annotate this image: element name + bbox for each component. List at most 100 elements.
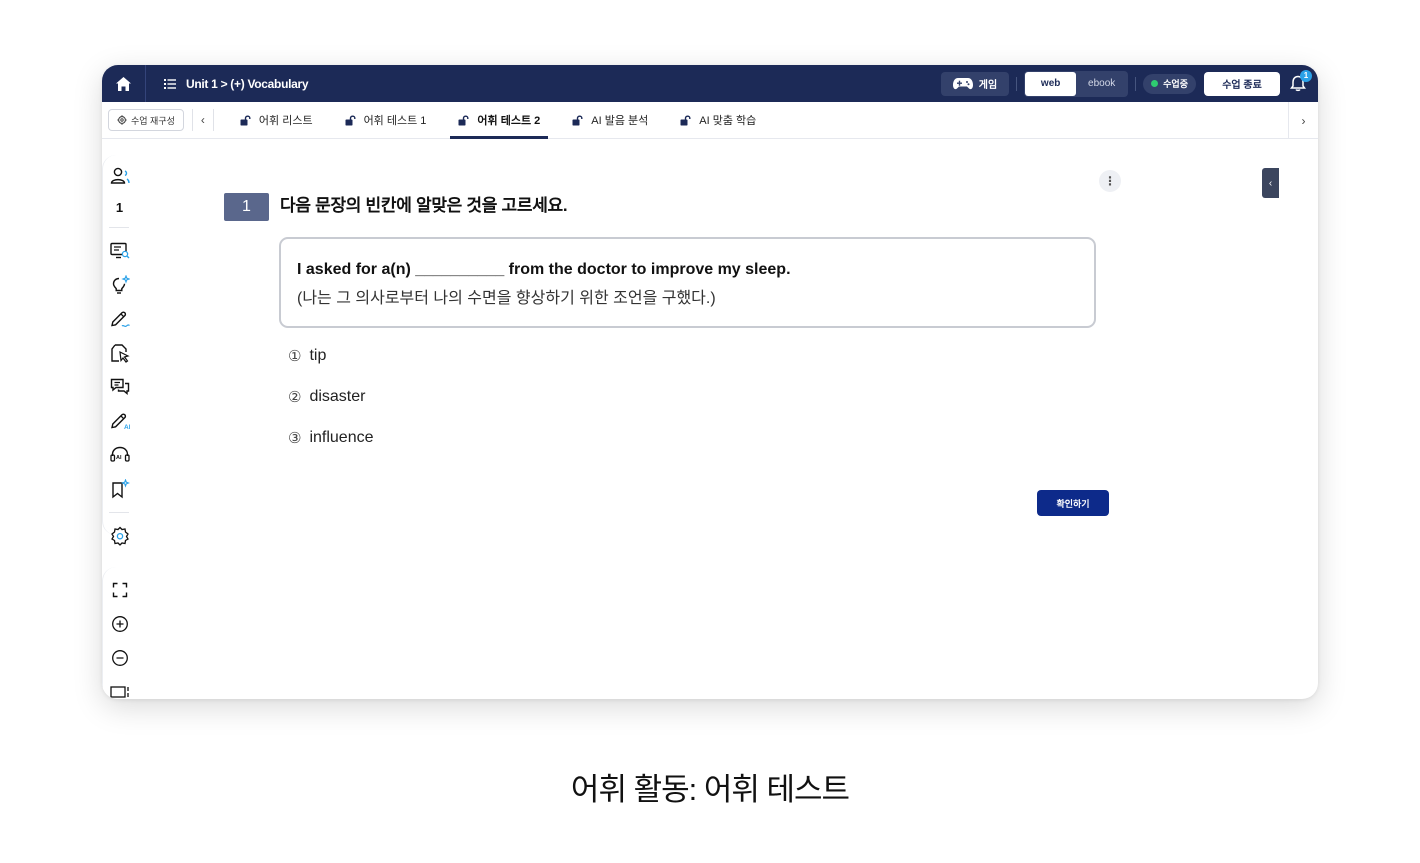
option-text: influence xyxy=(309,429,374,446)
list-menu-icon xyxy=(164,78,176,89)
fit-screen-icon xyxy=(109,686,129,698)
chevron-left-icon: ‹ xyxy=(200,113,205,127)
tab-vocabulary-list[interactable]: 어휘 리스트 xyxy=(224,102,329,139)
tab-vocabulary-test-2[interactable]: 어휘 테스트 2 xyxy=(442,102,556,139)
bookmark-sparkle-icon xyxy=(111,479,130,499)
ai-pen-button[interactable]: AI xyxy=(103,404,136,438)
chat-button[interactable] xyxy=(103,370,136,404)
sidebar-view-controls xyxy=(102,567,135,699)
top-nav-bar: Unit 1 > (+) Vocabulary 게임 web ebook 수업중… xyxy=(102,65,1318,102)
zoom-in-button[interactable] xyxy=(103,607,136,641)
option-number: ② xyxy=(288,389,302,406)
tab-label: 어휘 테스트 1 xyxy=(363,115,427,127)
view-ebook-button[interactable]: ebook xyxy=(1076,72,1127,96)
end-class-button[interactable]: 수업 종료 xyxy=(1204,71,1280,96)
bookmark-button[interactable] xyxy=(103,472,136,506)
unlock-icon xyxy=(572,115,583,125)
answer-options: ① tip ② disaster ③ influence xyxy=(288,345,374,468)
headset-icon: AI xyxy=(109,446,130,462)
sidebar-tools: 1 AI AI xyxy=(102,155,136,546)
reconfigure-class-button[interactable]: 수업 재구성 xyxy=(108,109,184,131)
gamepad-icon xyxy=(952,77,973,89)
reconfigure-label: 수업 재구성 xyxy=(131,115,175,126)
question-sentence-box: I asked for a(n) __________ from the doc… xyxy=(279,237,1096,328)
tab-ai-pronunciation[interactable]: AI 발음 분석 xyxy=(556,102,664,139)
tab-label: 어휘 테스트 2 xyxy=(477,115,541,127)
top-right-controls: 게임 web ebook 수업중 수업 종료 1 xyxy=(940,65,1312,102)
fullscreen-button[interactable] xyxy=(103,573,136,607)
screen-search-icon xyxy=(109,242,129,259)
question-instruction: 다음 문장의 빈칸에 알맞은 것을 고르세요. xyxy=(280,196,568,215)
zoom-out-icon xyxy=(111,650,128,666)
breadcrumb-text: Unit 1 > (+) Vocabulary xyxy=(186,76,309,91)
tab-list: 어휘 리스트 어휘 테스트 1 어휘 테스트 2 AI 발음 분석 AI 맞춤 … xyxy=(224,102,772,139)
option-number: ① xyxy=(288,348,302,365)
participant-count: 1 xyxy=(115,199,124,215)
pen-icon xyxy=(110,311,130,328)
answer-option-2[interactable]: ② disaster xyxy=(288,386,374,408)
settings-button[interactable] xyxy=(103,519,136,553)
tab-ai-custom-learning[interactable]: AI 맞춤 학습 xyxy=(664,102,772,139)
home-icon xyxy=(116,76,131,91)
answer-option-3[interactable]: ③ influence xyxy=(288,427,374,449)
divider xyxy=(1016,76,1018,91)
answer-option-1[interactable]: ① tip xyxy=(288,345,374,367)
game-button[interactable]: 게임 xyxy=(940,71,1010,96)
chevron-right-icon: › xyxy=(1301,113,1306,128)
more-vertical-icon: ⋮ xyxy=(1104,174,1116,188)
sentence-english: I asked for a(n) __________ from the doc… xyxy=(297,261,791,278)
chevron-left-icon: ‹ xyxy=(1268,177,1273,189)
divider xyxy=(109,512,129,513)
screenshot-caption: 어휘 활동: 어휘 테스트 xyxy=(570,772,850,807)
sentence-korean: (나는 그 의사로부터 나의 수면을 향상하기 위한 조언을 구했다.) xyxy=(297,290,716,307)
tab-label: 어휘 리스트 xyxy=(258,115,313,127)
fit-screen-button[interactable] xyxy=(103,675,136,699)
more-options-button[interactable]: ⋮ xyxy=(1099,170,1121,192)
ai-headset-button[interactable]: AI xyxy=(103,438,136,472)
ai-pen-icon: AI xyxy=(110,413,130,430)
sidebar-collapse-button[interactable]: ‹ xyxy=(1262,168,1279,198)
idea-button[interactable] xyxy=(103,268,136,302)
divider xyxy=(1135,76,1137,91)
view-mode-toggle: web ebook xyxy=(1024,70,1129,97)
status-badge: 수업중 xyxy=(1143,73,1196,94)
question-number-badge: 1 xyxy=(224,193,269,221)
tab-label: AI 발음 분석 xyxy=(591,115,649,127)
zoom-in-icon xyxy=(111,616,128,632)
option-text: disaster xyxy=(309,388,366,405)
chat-bubbles-icon xyxy=(110,378,129,395)
unlock-icon xyxy=(240,115,251,125)
status-dot-icon xyxy=(1151,80,1159,87)
tabs-scroll-left-button[interactable]: ‹ xyxy=(191,109,214,131)
zoom-out-button[interactable] xyxy=(103,641,136,675)
unlock-icon xyxy=(680,115,691,125)
breadcrumb[interactable]: Unit 1 > (+) Vocabulary xyxy=(164,76,309,91)
document-select-button[interactable] xyxy=(103,336,136,370)
app-window: Unit 1 > (+) Vocabulary 게임 web ebook 수업중… xyxy=(102,65,1318,699)
view-web-button[interactable]: web xyxy=(1025,71,1077,96)
users-icon xyxy=(110,167,130,184)
notification-button[interactable]: 1 xyxy=(1286,69,1312,96)
divider xyxy=(109,227,129,228)
participants-button[interactable] xyxy=(103,159,136,193)
unlock-icon xyxy=(345,115,356,125)
document-cursor-icon xyxy=(110,344,130,363)
game-label: 게임 xyxy=(978,80,998,91)
unlock-icon xyxy=(458,115,469,125)
confirm-button[interactable]: 확인하기 xyxy=(1037,490,1109,516)
option-text: tip xyxy=(309,347,327,364)
home-button[interactable] xyxy=(102,65,146,102)
activity-tab-bar: 수업 재구성 ‹ 어휘 리스트 어휘 테스트 1 어휘 테스트 2 AI 발음 … xyxy=(102,102,1318,139)
screen-monitor-button[interactable] xyxy=(103,234,136,268)
lightbulb-icon xyxy=(112,275,130,294)
drawing-button[interactable] xyxy=(103,302,136,336)
option-number: ③ xyxy=(288,430,302,447)
tab-label: AI 맞춤 학습 xyxy=(699,115,757,127)
tabs-scroll-right-button[interactable]: › xyxy=(1288,102,1318,139)
gear-icon xyxy=(110,526,129,546)
status-label: 수업중 xyxy=(1163,79,1188,89)
tab-vocabulary-test-1[interactable]: 어휘 테스트 1 xyxy=(329,102,443,139)
fullscreen-icon xyxy=(112,582,127,598)
svg-text:AI: AI xyxy=(116,455,122,461)
svg-text:AI: AI xyxy=(124,424,130,430)
